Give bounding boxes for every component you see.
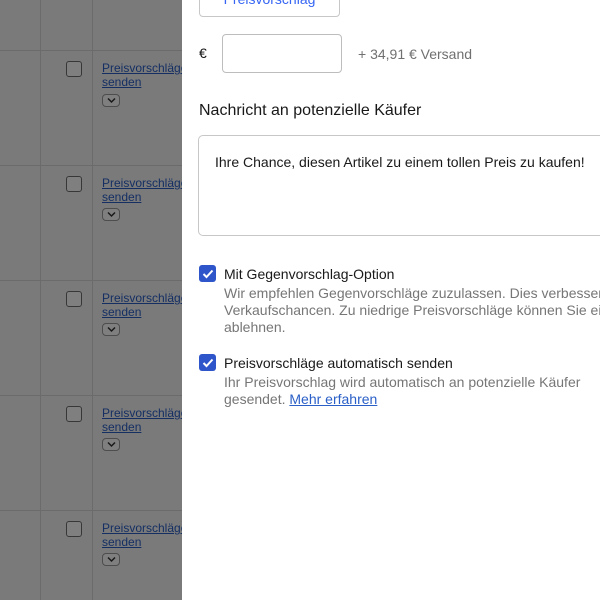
auto-send-checkbox[interactable] <box>199 354 216 371</box>
auto-send-desc-line: Ihr Preisvorschlag wird automatisch an p… <box>224 374 581 390</box>
message-heading: Nachricht an potenzielle Käufer <box>199 102 422 119</box>
counter-offer-label[interactable]: Mit Gegenvorschlag-Option <box>224 266 394 282</box>
counter-offer-desc-line: Wir empfehlen Gegenvorschläge zuzulassen… <box>224 285 600 301</box>
checkmark-icon <box>202 269 213 278</box>
counter-offer-checkbox[interactable] <box>199 265 216 282</box>
auto-send-desc-text: gesendet. <box>224 391 286 407</box>
checkmark-icon <box>202 358 213 367</box>
counter-offer-description: Wir empfehlen Gegenvorschläge zuzulassen… <box>224 285 600 336</box>
counter-offer-desc-line: Verkaufschancen. Zu niedrige Preisvorsch… <box>224 302 600 318</box>
auto-send-desc-line: gesendet. Mehr erfahren <box>224 391 600 408</box>
auto-send-description: Ihr Preisvorschlag wird automatisch an p… <box>224 374 600 408</box>
price-offer-button[interactable]: Preisvorschlag <box>199 0 340 17</box>
offer-price-input[interactable] <box>222 34 342 73</box>
buyer-message-textarea[interactable]: Ihre Chance, diesen Artikel zu einem tol… <box>198 135 600 236</box>
offer-side-panel: Preisvorschlag € + 34,91 € Versand Nachr… <box>182 0 600 600</box>
counter-offer-desc-line: ablehnen. <box>224 319 286 335</box>
currency-symbol: € <box>199 45 207 61</box>
auto-send-label[interactable]: Preisvorschläge automatisch senden <box>224 355 453 371</box>
buyer-message-text: Ihre Chance, diesen Artikel zu einem tol… <box>215 154 585 170</box>
learn-more-link[interactable]: Mehr erfahren <box>289 391 377 407</box>
shipping-cost-note: + 34,91 € Versand <box>358 46 473 62</box>
